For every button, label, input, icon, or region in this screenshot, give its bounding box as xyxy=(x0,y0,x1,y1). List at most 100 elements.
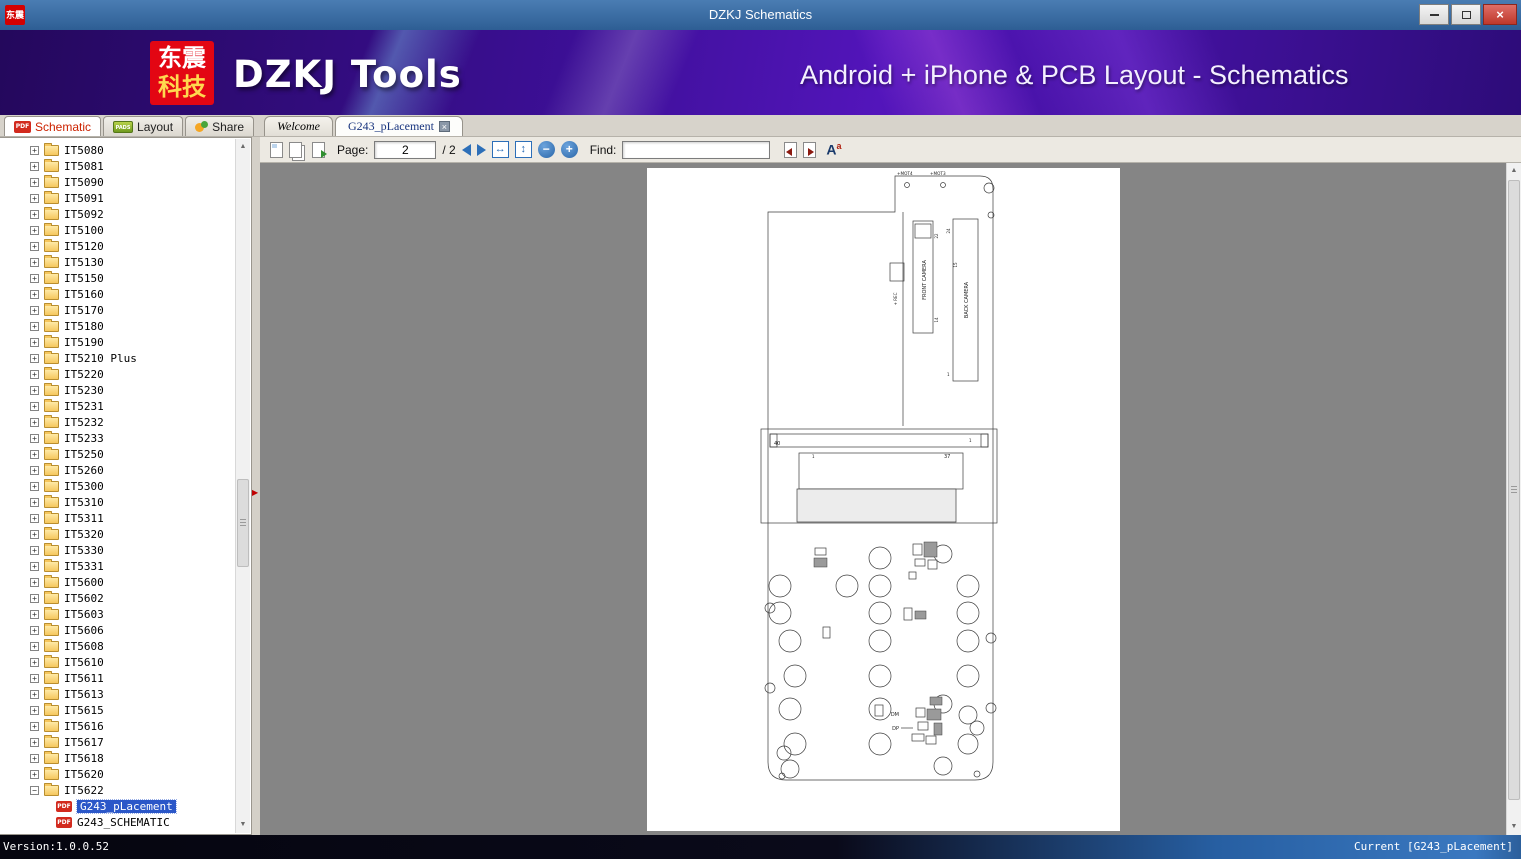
tree-item-it5331[interactable]: + IT5331 xyxy=(0,558,235,574)
font-size-button[interactable]: Aa xyxy=(826,141,841,158)
select-text-icon[interactable] xyxy=(270,141,283,158)
tree-item-it5606[interactable]: + IT5606 xyxy=(0,622,235,638)
doc-tab-g243-placement[interactable]: G243_pLacement × xyxy=(334,116,463,136)
find-next-button[interactable] xyxy=(803,141,817,158)
tab-layout[interactable]: PADS Layout xyxy=(103,116,184,136)
expand-icon[interactable]: + xyxy=(30,465,39,475)
expand-icon[interactable]: + xyxy=(30,657,39,667)
tree-item-it5210-plus[interactable]: + IT5210 Plus xyxy=(0,350,235,366)
tree-item-it5170[interactable]: + IT5170 xyxy=(0,302,235,318)
expand-icon[interactable]: + xyxy=(30,225,39,235)
expand-icon[interactable]: + xyxy=(30,241,39,251)
scrollbar-thumb[interactable] xyxy=(1508,180,1520,800)
expand-icon[interactable]: + xyxy=(30,273,39,283)
tree-item-it5620[interactable]: + IT5620 xyxy=(0,766,235,782)
maximize-button[interactable] xyxy=(1451,4,1481,25)
expand-icon[interactable]: + xyxy=(30,145,39,155)
expand-icon[interactable]: + xyxy=(30,641,39,651)
tree-item-it5600[interactable]: + IT5600 xyxy=(0,574,235,590)
expand-icon[interactable]: + xyxy=(30,497,39,507)
expand-icon[interactable]: + xyxy=(30,257,39,267)
close-button[interactable]: × xyxy=(1483,4,1517,25)
expand-icon[interactable]: + xyxy=(30,385,39,395)
tree-item-it5090[interactable]: + IT5090 xyxy=(0,174,235,190)
tree-item-it5100[interactable]: + IT5100 xyxy=(0,222,235,238)
expand-icon[interactable]: + xyxy=(30,769,39,779)
expand-icon[interactable]: + xyxy=(30,337,39,347)
expand-icon[interactable]: + xyxy=(30,353,39,363)
expand-icon[interactable]: + xyxy=(30,449,39,459)
main-scrollbar[interactable]: ▲ ▼ xyxy=(1506,163,1521,835)
fit-page-button[interactable]: ↕ xyxy=(514,141,532,158)
scrollbar-thumb[interactable] xyxy=(237,479,249,567)
expand-icon[interactable]: + xyxy=(30,721,39,731)
tree-item-it5617[interactable]: + IT5617 xyxy=(0,734,235,750)
expand-icon[interactable]: + xyxy=(30,289,39,299)
tree-item-it5311[interactable]: + IT5311 xyxy=(0,510,235,526)
expand-icon[interactable]: + xyxy=(30,545,39,555)
expand-icon[interactable]: + xyxy=(30,593,39,603)
tree-item-it5603[interactable]: + IT5603 xyxy=(0,606,235,622)
find-previous-button[interactable] xyxy=(784,141,798,158)
tree-item-it5120[interactable]: + IT5120 xyxy=(0,238,235,254)
tab-close-icon[interactable]: × xyxy=(438,121,450,132)
tree-item-it5220[interactable]: + IT5220 xyxy=(0,366,235,382)
tree-item-it5330[interactable]: + IT5330 xyxy=(0,542,235,558)
tab-schematic[interactable]: PDF Schematic xyxy=(4,116,102,136)
expand-icon[interactable]: + xyxy=(30,401,39,411)
tree-item-g243_placement[interactable]: PDF G243_pLacement xyxy=(0,798,235,814)
copy-page-icon[interactable] xyxy=(289,141,302,158)
scroll-up-button[interactable]: ▲ xyxy=(236,139,250,155)
tree-item-it5320[interactable]: + IT5320 xyxy=(0,526,235,542)
tree-item-it5602[interactable]: + IT5602 xyxy=(0,590,235,606)
expand-icon[interactable]: + xyxy=(30,673,39,683)
expand-icon[interactable]: + xyxy=(30,305,39,315)
fit-width-button[interactable]: ↔ xyxy=(491,141,509,158)
expand-icon[interactable]: + xyxy=(30,561,39,571)
expand-icon[interactable]: + xyxy=(30,321,39,331)
expand-icon[interactable]: + xyxy=(30,433,39,443)
tree-item-it5091[interactable]: + IT5091 xyxy=(0,190,235,206)
expand-icon[interactable]: + xyxy=(30,529,39,539)
page-input[interactable] xyxy=(374,140,437,159)
scroll-down-button[interactable]: ▼ xyxy=(1507,819,1521,835)
tree-item-it5615[interactable]: + IT5615 xyxy=(0,702,235,718)
expand-icon[interactable]: + xyxy=(30,369,39,379)
splitter[interactable]: ▶ xyxy=(252,137,260,835)
prev-page-button[interactable] xyxy=(461,143,471,156)
tree-item-it5081[interactable]: + IT5081 xyxy=(0,158,235,174)
doc-tab-welcome[interactable]: Welcome xyxy=(264,116,333,136)
tree-item-it5250[interactable]: + IT5250 xyxy=(0,446,235,462)
pdf-viewport[interactable]: +MOT4 +MOT3 FRONT CAMERA 22 14 + REC BAC… xyxy=(260,163,1521,835)
tree-item-it5233[interactable]: + IT5233 xyxy=(0,430,235,446)
splitter-collapse-icon[interactable]: ▶ xyxy=(252,489,258,497)
tree-item-it5260[interactable]: + IT5260 xyxy=(0,462,235,478)
tree-item-it5232[interactable]: + IT5232 xyxy=(0,414,235,430)
expand-icon[interactable]: + xyxy=(30,609,39,619)
tree-item-it5622[interactable]: − IT5622 xyxy=(0,782,235,798)
tree-item-it5231[interactable]: + IT5231 xyxy=(0,398,235,414)
scroll-down-button[interactable]: ▼ xyxy=(236,817,250,833)
tree-item-it5608[interactable]: + IT5608 xyxy=(0,638,235,654)
expand-icon[interactable]: + xyxy=(30,577,39,587)
export-page-icon[interactable] xyxy=(312,141,327,158)
expand-icon[interactable]: + xyxy=(30,417,39,427)
expand-icon[interactable]: + xyxy=(30,161,39,171)
tree-item-it5180[interactable]: + IT5180 xyxy=(0,318,235,334)
sidebar-scrollbar[interactable]: ▲ ▼ xyxy=(235,139,250,833)
expand-icon[interactable]: + xyxy=(30,177,39,187)
zoom-out-button[interactable]: − xyxy=(537,141,555,158)
tree-item-it5150[interactable]: + IT5150 xyxy=(0,270,235,286)
tree-item-it5130[interactable]: + IT5130 xyxy=(0,254,235,270)
tree-item-it5160[interactable]: + IT5160 xyxy=(0,286,235,302)
expand-icon[interactable]: + xyxy=(30,513,39,523)
expand-icon[interactable]: + xyxy=(30,209,39,219)
tree-item-it5610[interactable]: + IT5610 xyxy=(0,654,235,670)
expand-icon[interactable]: + xyxy=(30,705,39,715)
tree-item-it5611[interactable]: + IT5611 xyxy=(0,670,235,686)
tree-item-it5616[interactable]: + IT5616 xyxy=(0,718,235,734)
tree-item-it5092[interactable]: + IT5092 xyxy=(0,206,235,222)
tree-item-it5080[interactable]: + IT5080 xyxy=(0,142,235,158)
tree-item-it5618[interactable]: + IT5618 xyxy=(0,750,235,766)
expand-icon[interactable]: + xyxy=(30,625,39,635)
